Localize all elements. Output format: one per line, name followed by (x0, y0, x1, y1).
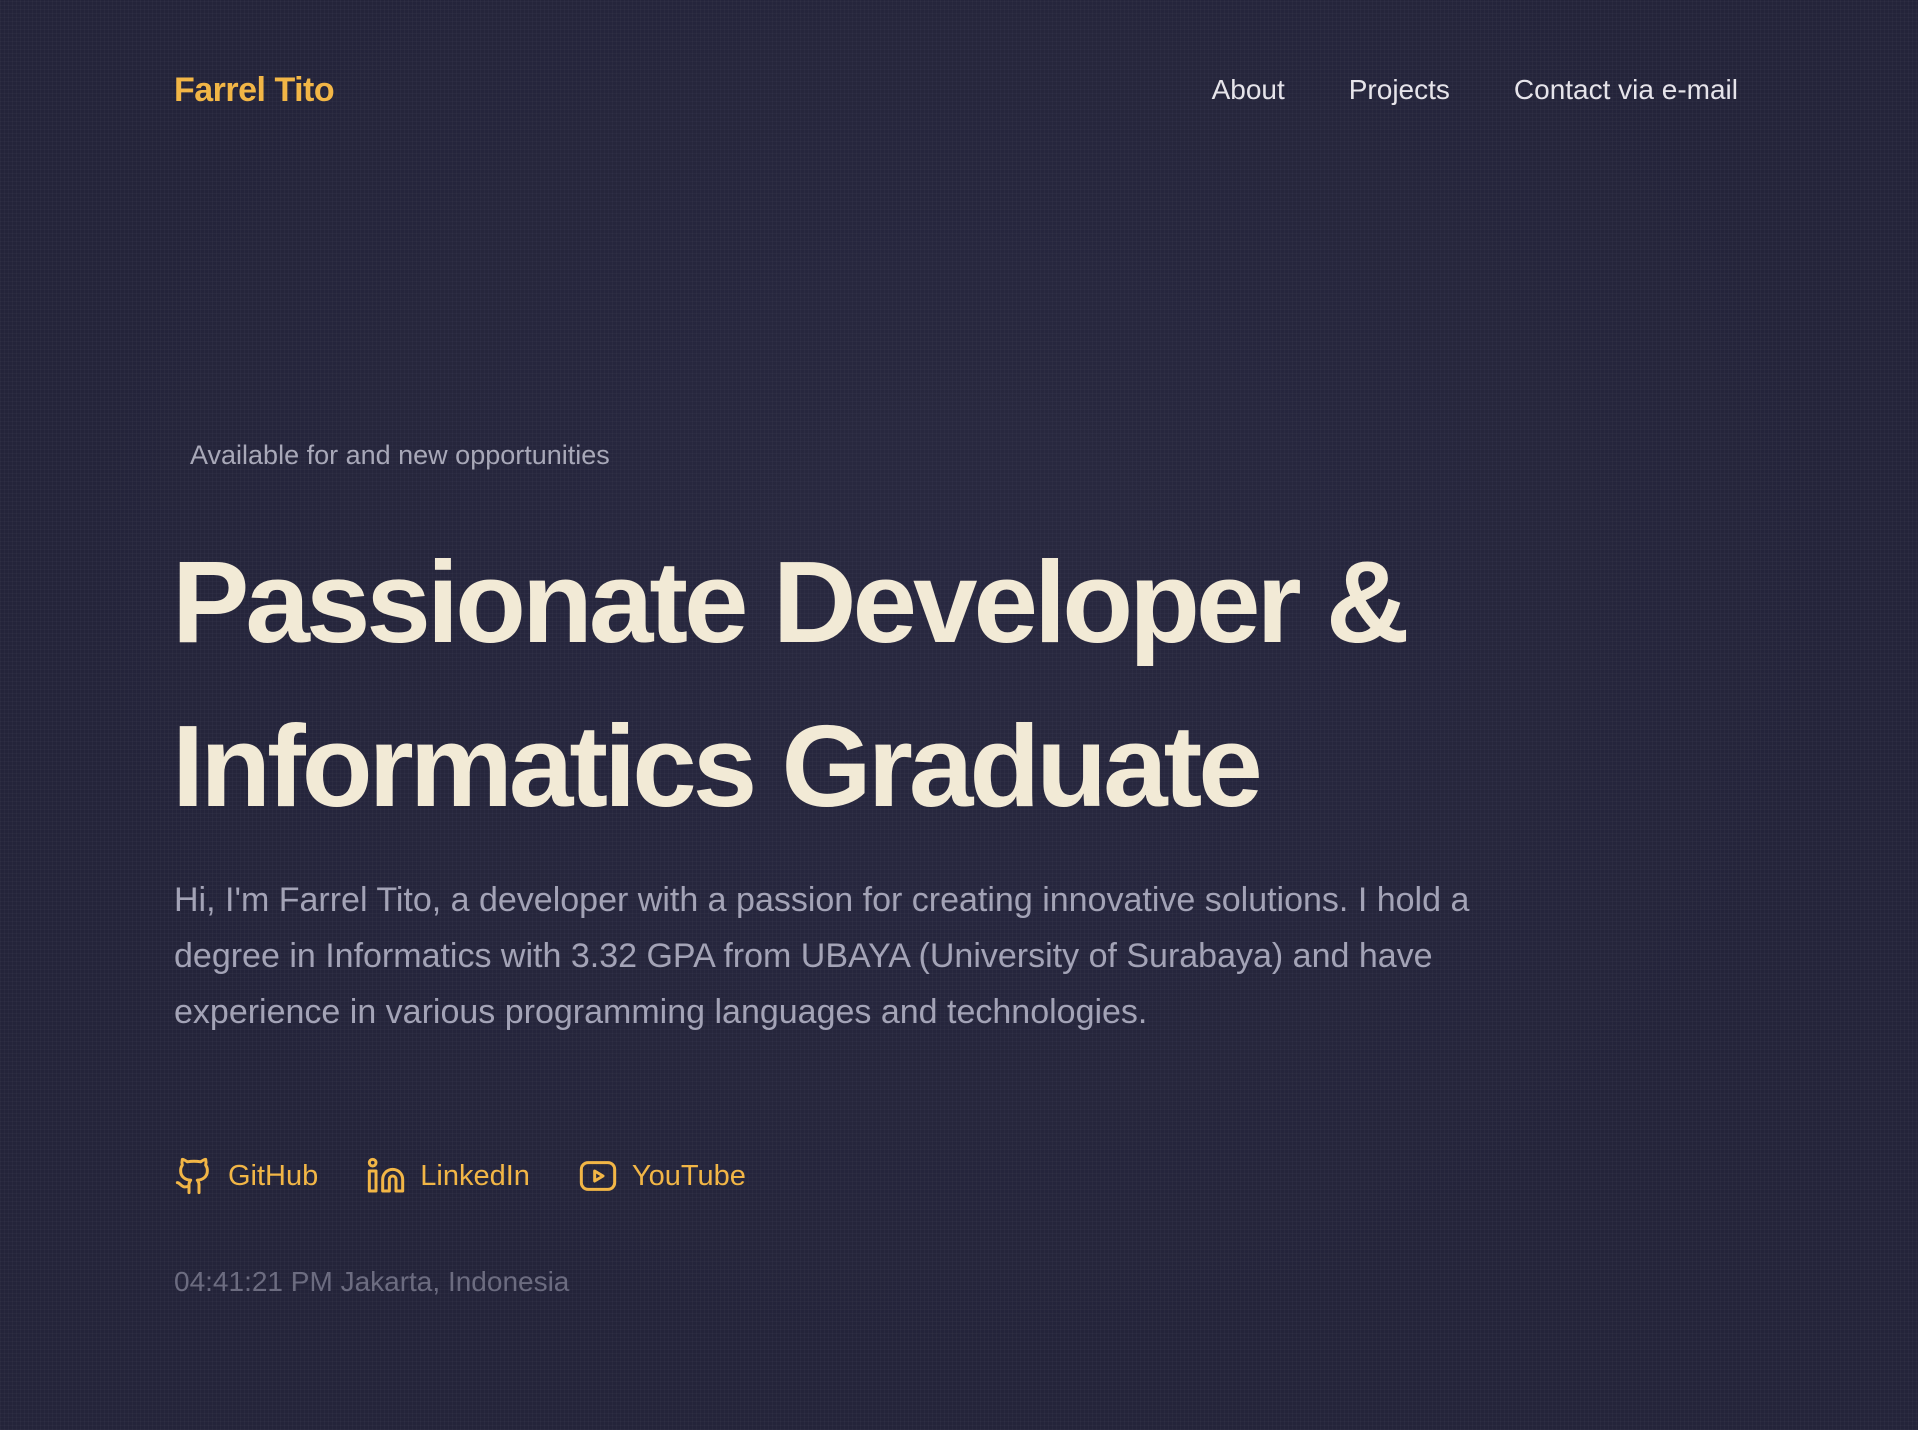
youtube-link[interactable]: YouTube (578, 1156, 746, 1196)
clock-time: 04:41:21 PM (174, 1266, 333, 1297)
clock-location: Jakarta, Indonesia (340, 1266, 570, 1297)
linkedin-label: LinkedIn (420, 1159, 530, 1192)
hero-title-line-1: Passionate Developer & (172, 537, 1410, 667)
hero-title-line-2: Informatics Graduate (172, 701, 1263, 831)
hero-title: Passionate Developer & Informatics Gradu… (172, 520, 1572, 848)
hero-intro: Hi, I'm Farrel Tito, a developer with a … (174, 881, 1470, 1031)
site-logo[interactable]: Farrel Tito (174, 71, 335, 110)
youtube-label: YouTube (631, 1159, 746, 1192)
social-links: GitHub LinkedIn YouTube (174, 1156, 746, 1196)
site-header: Farrel Tito About Projects Contact via e… (174, 0, 1738, 180)
availability-status: Available for and new opportunities (190, 440, 610, 470)
nav-about[interactable]: About (1212, 74, 1285, 106)
page: Farrel Tito About Projects Contact via e… (0, 0, 1918, 1430)
github-label: GitHub (228, 1159, 319, 1192)
local-clock: 04:41:21 PM Jakarta, Indonesia (174, 1266, 569, 1298)
nav-projects[interactable]: Projects (1349, 74, 1450, 106)
linkedin-link[interactable]: LinkedIn (366, 1156, 530, 1196)
linkedin-icon (366, 1156, 406, 1196)
github-link[interactable]: GitHub (174, 1156, 318, 1196)
main-nav: About Projects Contact via e-mail (1212, 74, 1738, 106)
github-icon (174, 1156, 214, 1196)
youtube-icon (578, 1156, 618, 1196)
nav-contact-email[interactable]: Contact via e-mail (1514, 74, 1738, 106)
